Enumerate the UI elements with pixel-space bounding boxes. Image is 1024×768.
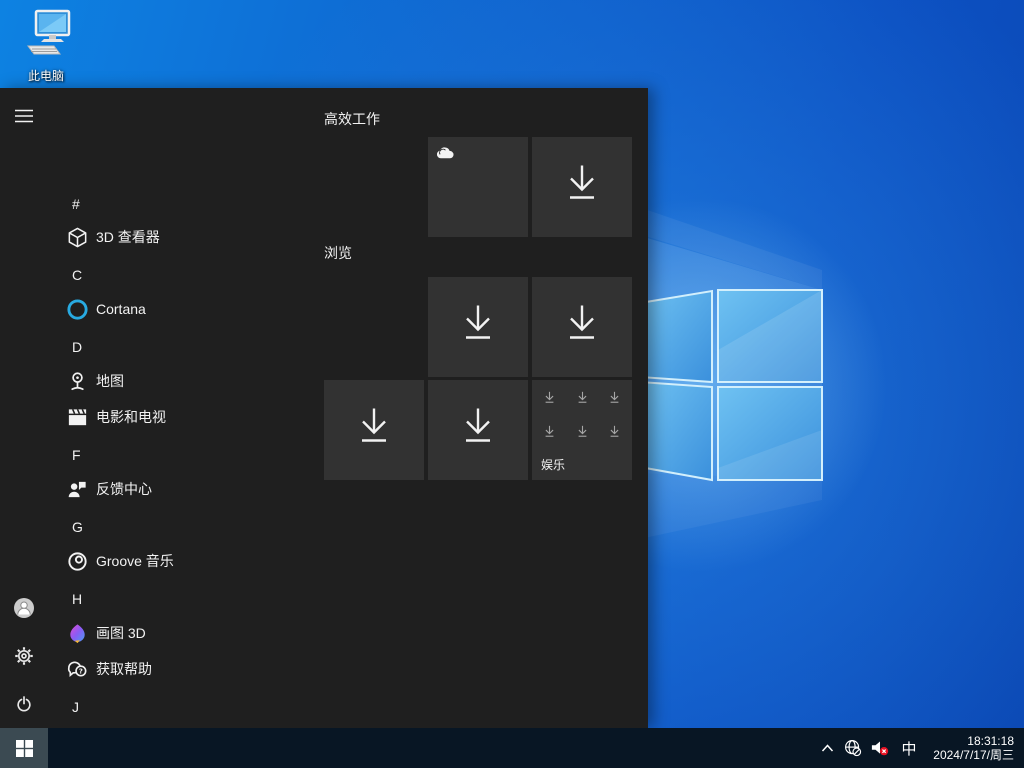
tile-downloading-1[interactable] [532,137,632,237]
tile-folder-entertainment[interactable]: 娱乐 [532,380,632,480]
onedrive-cloud-icon [437,147,457,166]
get-help-icon: ? [58,658,96,681]
3d-viewer-icon [58,226,96,249]
taskbar: 中 18:31:18 2024/7/17/周三 [0,728,1024,768]
this-pc-label: 此电脑 [8,67,84,84]
ime-indicator[interactable]: 中 [894,728,924,768]
mini-download-arrow-icon [576,425,589,444]
app-item-label: 3D 查看器 [96,227,160,247]
movies-tv-icon [58,406,96,429]
mini-download-arrow-icon [543,391,556,410]
user-account-button[interactable] [0,584,48,632]
app-item-get-help[interactable]: ? 获取帮助 [58,651,324,687]
mini-download-arrow-icon [608,425,621,444]
app-item-label: 画图 3D [96,623,146,643]
app-item-label: 获取帮助 [96,659,152,679]
tile-section-title-productivity[interactable]: 高效工作 [324,109,380,129]
tile-onedrive[interactable] [428,137,528,237]
app-item-movies-tv[interactable]: 电影和电视 [58,399,324,435]
groove-music-icon [58,550,96,573]
app-group-header: F [72,437,81,473]
tile-downloading-3[interactable] [532,277,632,377]
app-item-label: 电影和电视 [96,407,166,427]
power-button[interactable] [0,680,48,728]
app-group-header: G [72,509,83,545]
app-item-label: Groove 音乐 [96,551,174,571]
cortana-icon [58,298,96,321]
settings-button[interactable] [0,632,48,680]
app-item-label: Cortana [96,301,146,317]
svg-text:?: ? [78,666,82,675]
app-group-header: C [72,257,82,293]
chevron-up-icon [821,744,834,752]
feedback-hub-icon [58,478,96,501]
app-group-header: D [72,329,82,365]
network-status-button[interactable] [840,728,866,768]
app-item-cortana[interactable]: Cortana [58,291,324,327]
app-item-label: 反馈中心 [96,479,152,499]
app-group-header: J [72,689,79,725]
app-item-feedback-hub[interactable]: 反馈中心 [58,471,324,507]
paint-3d-icon [58,622,96,645]
system-tray: 中 18:31:18 2024/7/17/周三 [814,728,1024,768]
app-item-label: 地图 [96,371,124,391]
user-avatar-icon [13,597,35,619]
download-arrow-icon [354,407,394,454]
power-icon [14,694,34,714]
hamburger-icon [15,109,33,123]
clock-time: 18:31:18 [924,734,1014,748]
hidden-icons-button[interactable] [814,728,840,768]
app-item-3d-viewer[interactable]: 3D 查看器 [58,219,324,255]
network-disconnected-globe-icon [844,739,862,757]
download-arrow-icon [562,164,602,211]
this-pc-shortcut[interactable]: 此电脑 [8,8,84,84]
app-item-maps[interactable]: 地图 [58,363,324,399]
app-group-header: H [72,581,82,617]
clock-date: 2024/7/17/周三 [924,748,1014,762]
volume-button[interactable] [866,728,894,768]
download-arrow-icon [458,407,498,454]
app-item-groove-music[interactable]: Groove 音乐 [58,543,324,579]
tile-downloading-4[interactable] [324,380,424,480]
this-pc-icon [20,8,72,60]
mini-download-arrow-icon [543,425,556,444]
app-group-header: # [72,186,80,222]
download-arrow-icon [562,304,602,351]
mini-download-arrow-icon [608,391,621,410]
mini-download-arrow-icon [576,391,589,410]
gear-icon [14,646,34,666]
taskbar-clock[interactable]: 18:31:18 2024/7/17/周三 [924,734,1024,762]
tile-downloading-2[interactable] [428,277,528,377]
download-arrow-icon [458,304,498,351]
tile-downloading-5[interactable] [428,380,528,480]
app-item-paint-3d[interactable]: 画图 3D [58,615,324,651]
start-menu: # 3D 查看器 C Cortana D 地图 [0,88,648,728]
maps-icon [58,370,96,393]
windows-logo-icon [16,740,33,757]
start-button[interactable] [0,728,48,768]
menu-expand-button[interactable] [0,92,48,140]
volume-muted-icon [870,739,890,757]
tile-folder-label: 娱乐 [541,456,565,473]
tile-section-title-browse[interactable]: 浏览 [324,243,352,263]
